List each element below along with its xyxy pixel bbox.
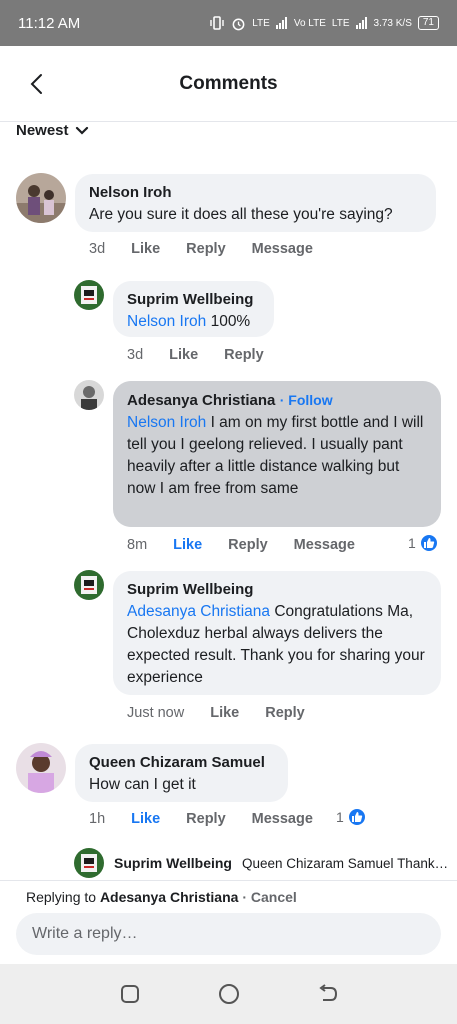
thumbs-up-icon: [346, 807, 367, 827]
reply-button[interactable]: Reply: [228, 537, 268, 553]
comment-text: How can I get it: [89, 776, 196, 793]
comment-author[interactable]: Nelson Iroh: [89, 182, 422, 204]
preview-text: Queen Chizaram Samuel Thank…: [241, 855, 449, 871]
like-button[interactable]: Like: [131, 241, 160, 257]
replying-target: Adesanya Christiana: [99, 889, 239, 905]
back-arrow-icon: [318, 984, 337, 1001]
comment-actions: 3d Like Reply Message: [89, 241, 339, 257]
comment-bubble[interactable]: Suprim Wellbeing Adesanya Christiana Con…: [113, 571, 441, 695]
vibrate-icon: [210, 16, 224, 30]
avatar[interactable]: [16, 743, 66, 793]
sort-label: Newest: [16, 122, 69, 139]
comment-author[interactable]: Suprim Wellbeing: [127, 289, 260, 311]
volte-label: Vo LTE: [293, 17, 326, 29]
reply-composer: Replying to Adesanya Christiana · Cancel: [0, 880, 457, 964]
replying-prefix: Replying to: [26, 889, 97, 905]
comments-header: Comments: [0, 46, 457, 122]
avatar[interactable]: [74, 380, 104, 410]
reply-button[interactable]: Reply: [224, 347, 264, 363]
recents-icon: [120, 985, 139, 1003]
comment-bubble-selected[interactable]: Adesanya Christiana · Follow Nelson Iroh…: [113, 381, 441, 527]
comment-time[interactable]: 3d: [127, 347, 143, 363]
comment-author[interactable]: Suprim Wellbeing: [127, 579, 427, 601]
comment-text: 100%: [206, 313, 251, 330]
reaction-count[interactable]: 1: [336, 807, 367, 827]
home-button[interactable]: [214, 979, 244, 1009]
avatar: [74, 848, 104, 878]
status-time: 11:12 AM: [18, 14, 81, 32]
follow-button[interactable]: · Follow: [280, 392, 333, 408]
lte-label-2: LTE: [331, 17, 350, 29]
reply-button[interactable]: Reply: [265, 705, 305, 721]
like-button[interactable]: Like: [169, 347, 198, 363]
comment-time[interactable]: 8m: [127, 537, 147, 553]
comment-time[interactable]: 3d: [89, 241, 105, 257]
page-title: Comments: [179, 72, 278, 94]
avatar[interactable]: [16, 173, 66, 223]
cancel-reply-button[interactable]: Cancel: [251, 889, 297, 905]
recents-button[interactable]: [115, 979, 145, 1009]
message-button[interactable]: Message: [252, 811, 313, 827]
network-speed: 3.73 K/S: [373, 17, 412, 29]
reaction-number: 1: [336, 809, 344, 825]
lte-label: LTE: [252, 17, 270, 29]
home-icon: [218, 984, 239, 1004]
avatar[interactable]: [74, 280, 104, 310]
like-button[interactable]: Like: [173, 537, 202, 553]
message-button[interactable]: Message: [294, 537, 355, 553]
back-nav-button[interactable]: [313, 979, 343, 1009]
thumbs-up-icon: [418, 533, 439, 553]
status-bar: 11:12 AM LTE Vo LTE LTE 3.73 K/S 71: [0, 0, 457, 46]
chevron-left-icon: [30, 74, 42, 94]
mention-link[interactable]: Nelson Iroh: [127, 414, 206, 431]
back-button[interactable]: [26, 70, 50, 98]
like-button[interactable]: Like: [131, 811, 160, 827]
system-nav-bar: [0, 964, 457, 1024]
comment-time[interactable]: Just now: [127, 705, 184, 721]
comment-actions: 3d Like Reply: [127, 347, 290, 363]
battery-icon: 71: [417, 16, 439, 30]
comment-time[interactable]: 1h: [89, 811, 105, 827]
mention-link[interactable]: Nelson Iroh: [127, 313, 206, 330]
reply-button[interactable]: Reply: [186, 811, 226, 827]
comment-author[interactable]: Adesanya Christiana: [127, 392, 275, 409]
avatar[interactable]: [74, 570, 104, 600]
reaction-count[interactable]: 1: [408, 533, 439, 553]
replying-to: Replying to Adesanya Christiana · Cancel: [26, 889, 297, 905]
comment-actions: 8m Like Reply Message: [127, 537, 381, 553]
signal-icon-2: [355, 17, 367, 29]
comment-bubble[interactable]: Suprim Wellbeing Nelson Iroh 100%: [113, 281, 274, 337]
reply-preview[interactable]: Suprim Wellbeing Queen Chizaram Samuel T…: [74, 848, 448, 878]
message-button[interactable]: Message: [252, 241, 313, 257]
reply-button[interactable]: Reply: [186, 241, 226, 257]
comment-bubble[interactable]: Queen Chizaram Samuel How can I get it: [75, 744, 288, 802]
chevron-down-icon: [75, 126, 88, 135]
reaction-number: 1: [408, 535, 416, 551]
replying-separator: ·: [242, 889, 247, 905]
sort-dropdown[interactable]: Newest: [16, 122, 89, 139]
comment-bubble[interactable]: Nelson Iroh Are you sure it does all the…: [75, 174, 436, 232]
comment-actions: 1h Like Reply Message: [89, 811, 339, 827]
like-button[interactable]: Like: [210, 705, 239, 721]
alarm-icon: [232, 18, 245, 30]
follow-label: Follow: [288, 392, 333, 408]
signal-icon: [275, 17, 287, 29]
comment-actions: Just now Like Reply: [127, 705, 331, 721]
comment-text: Are you sure it does all these you're sa…: [89, 206, 393, 223]
preview-author: Suprim Wellbeing: [114, 855, 232, 871]
reply-input[interactable]: [16, 913, 441, 955]
mention-link[interactable]: Adesanya Christiana: [127, 603, 270, 620]
comment-author[interactable]: Queen Chizaram Samuel: [89, 752, 274, 774]
status-icons: LTE Vo LTE LTE 3.73 K/S 71: [209, 16, 439, 31]
